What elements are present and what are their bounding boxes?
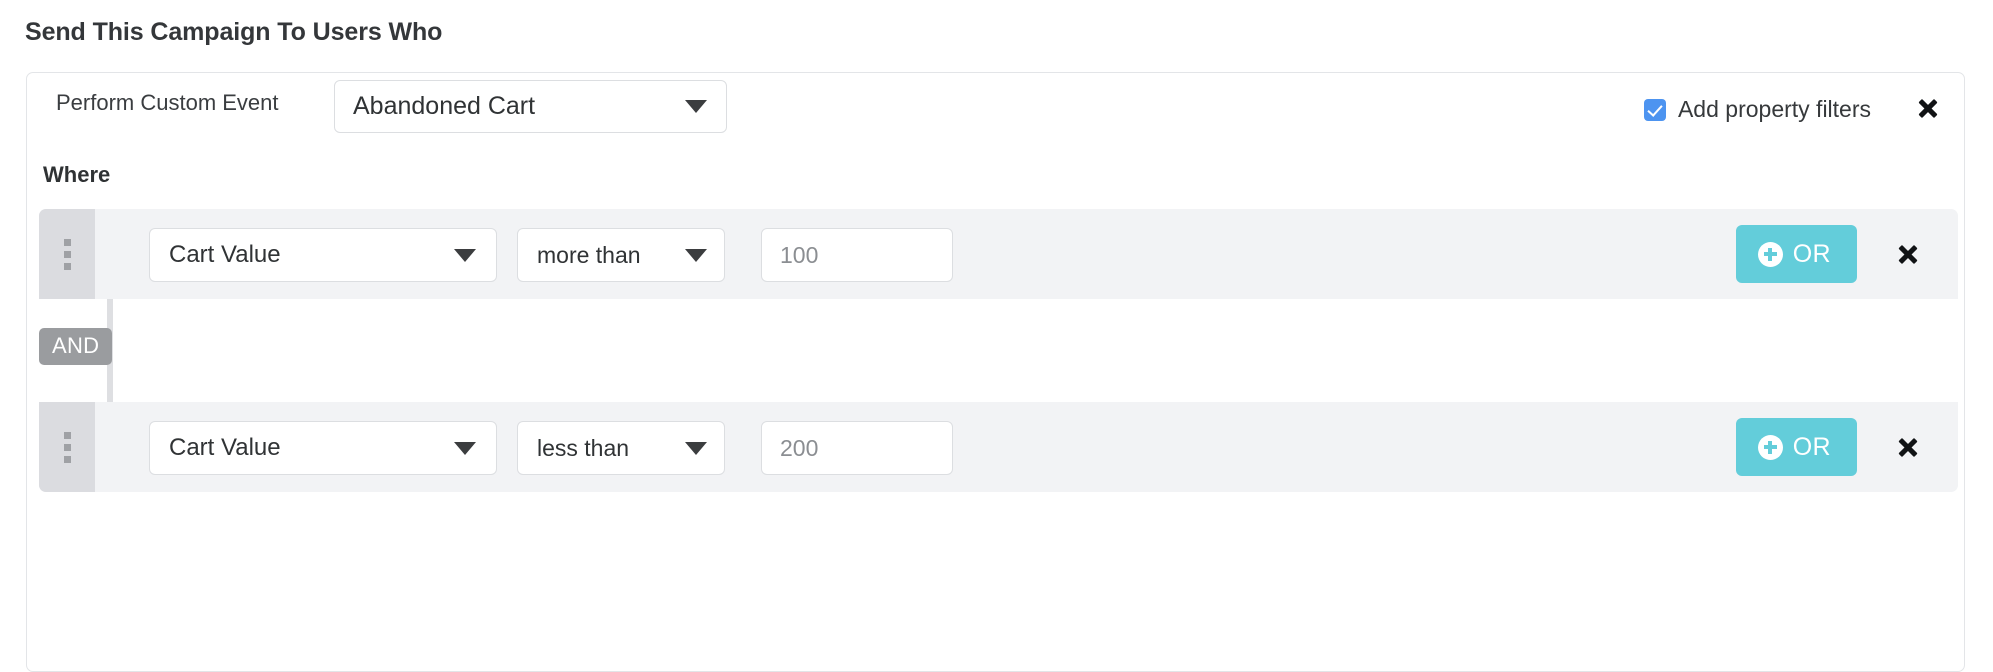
add-property-filters-label: Add property filters <box>1677 96 1871 122</box>
add-or-condition-label: OR <box>1792 239 1831 268</box>
chevron-down-icon <box>685 100 707 113</box>
add-or-condition-button[interactable]: OR <box>1735 225 1857 283</box>
chevron-down-icon <box>454 248 476 262</box>
drag-handle-icon <box>63 431 71 463</box>
condition-property-value: Cart Value <box>169 241 281 268</box>
and-joiner-badge[interactable]: AND <box>39 328 113 365</box>
condition-operator-value: less than <box>537 434 630 461</box>
custom-event-select-value: Abandoned Cart <box>353 92 536 120</box>
plus-circle-icon <box>1757 434 1783 460</box>
condition-property-select[interactable]: Cart Value <box>149 421 497 475</box>
add-property-filters-toggle[interactable]: Add property filters <box>1643 96 1871 123</box>
condition-value-input[interactable] <box>761 228 953 282</box>
condition-row: Cart Value less than OR <box>39 402 1958 492</box>
event-row: Perform Custom Event Abandoned Cart Add … <box>27 73 1964 181</box>
campaign-rule-card: Perform Custom Event Abandoned Cart Add … <box>26 72 1965 672</box>
drag-handle[interactable] <box>39 209 95 299</box>
custom-event-select[interactable]: Abandoned Cart <box>334 80 727 133</box>
condition-row: Cart Value more than OR <box>39 209 1958 299</box>
condition-property-select[interactable]: Cart Value <box>149 228 497 282</box>
where-label: Where <box>43 162 111 187</box>
chevron-down-icon <box>454 441 476 455</box>
drag-handle-icon <box>63 238 71 270</box>
chevron-down-icon <box>685 441 707 455</box>
condition-operator-select[interactable]: less than <box>517 421 725 475</box>
add-or-condition-label: OR <box>1792 432 1831 461</box>
condition-operator-value: more than <box>537 241 641 268</box>
remove-condition-button[interactable] <box>1895 434 1921 460</box>
chevron-down-icon <box>685 248 707 262</box>
page-title: Send This Campaign To Users Who <box>25 18 443 46</box>
drag-handle[interactable] <box>39 402 95 492</box>
add-or-condition-button[interactable]: OR <box>1735 418 1857 476</box>
plus-circle-icon <box>1757 241 1783 267</box>
condition-property-value: Cart Value <box>169 434 281 461</box>
remove-condition-button[interactable] <box>1895 241 1921 267</box>
event-type-label: Perform Custom Event <box>56 90 279 115</box>
add-property-filters-checkbox[interactable] <box>1643 98 1666 121</box>
remove-event-button[interactable] <box>1915 95 1941 121</box>
condition-operator-select[interactable]: more than <box>517 228 725 282</box>
condition-value-input[interactable] <box>761 421 953 475</box>
